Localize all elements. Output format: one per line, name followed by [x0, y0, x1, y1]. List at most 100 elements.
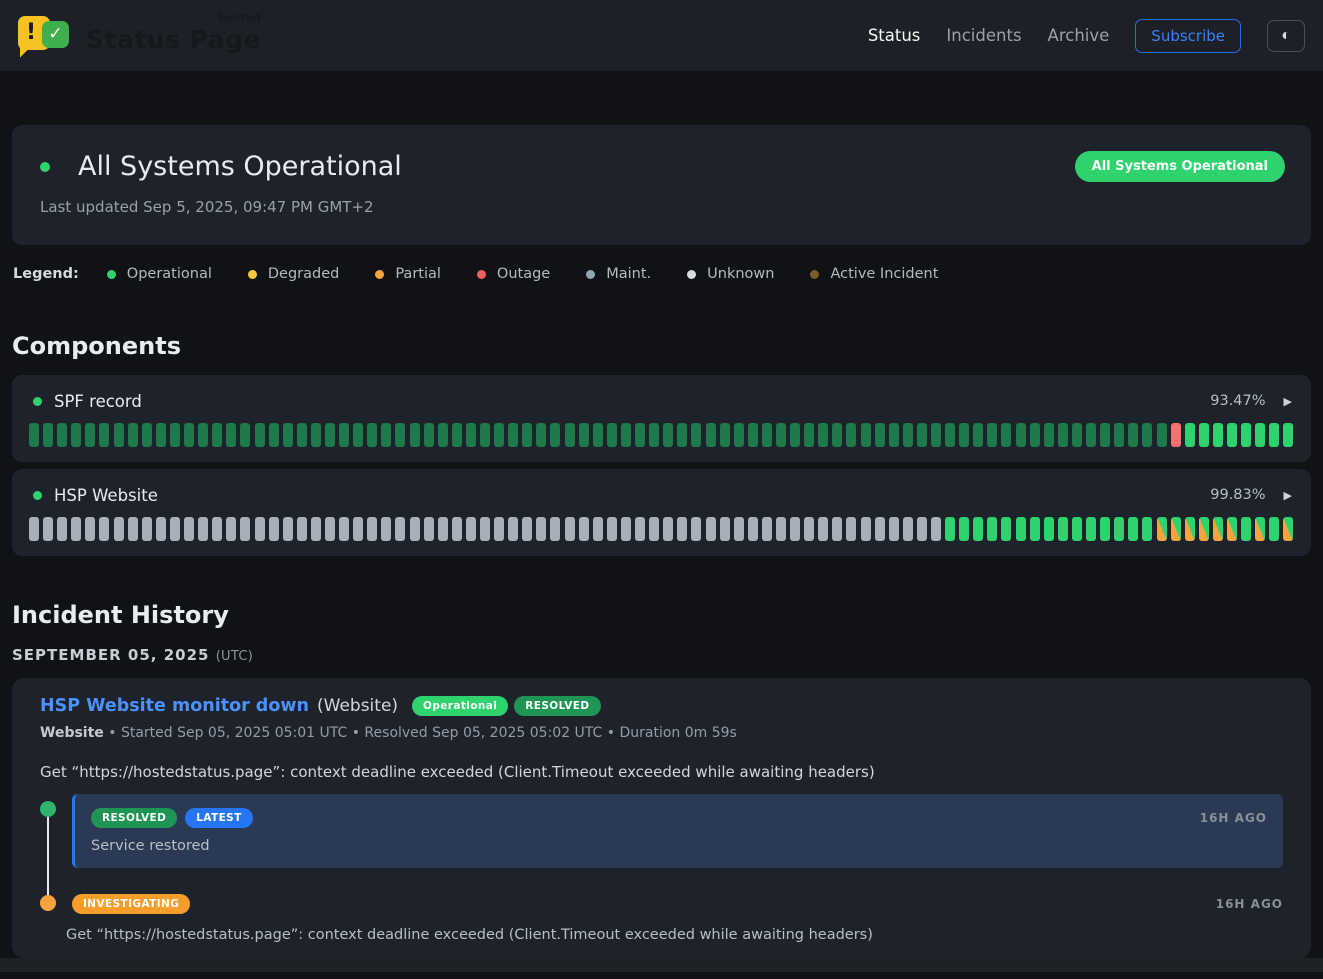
uptime-bar[interactable] [1157, 517, 1167, 541]
uptime-bar[interactable] [917, 423, 927, 447]
uptime-bar[interactable] [663, 517, 673, 541]
uptime-bar[interactable] [720, 423, 730, 447]
uptime-bar[interactable] [255, 517, 265, 541]
uptime-bar[interactable] [832, 517, 842, 541]
uptime-bar[interactable] [635, 423, 645, 447]
uptime-bar[interactable] [43, 423, 53, 447]
uptime-bar[interactable] [367, 423, 377, 447]
uptime-bar[interactable] [1086, 517, 1096, 541]
uptime-bar[interactable] [297, 517, 307, 541]
uptime-bar[interactable] [311, 423, 321, 447]
nav-link-archive[interactable]: Archive [1048, 26, 1110, 45]
uptime-bar[interactable] [621, 423, 631, 447]
uptime-bar[interactable] [748, 423, 758, 447]
uptime-bar[interactable] [987, 517, 997, 541]
uptime-bar[interactable] [931, 517, 941, 541]
uptime-bar[interactable] [973, 517, 983, 541]
uptime-bar[interactable] [959, 517, 969, 541]
uptime-bar[interactable] [1269, 517, 1279, 541]
uptime-bar[interactable] [325, 423, 335, 447]
uptime-bar[interactable] [466, 423, 476, 447]
uptime-bar[interactable] [269, 423, 279, 447]
uptime-bar[interactable] [71, 517, 81, 541]
uptime-bar[interactable] [240, 423, 250, 447]
uptime-bar[interactable] [424, 423, 434, 447]
uptime-bar[interactable] [438, 517, 448, 541]
uptime-bar[interactable] [424, 517, 434, 541]
nav-link-status[interactable]: Status [868, 26, 921, 45]
uptime-bar[interactable] [184, 517, 194, 541]
uptime-bar[interactable] [1213, 517, 1223, 541]
uptime-bar[interactable] [1283, 423, 1293, 447]
uptime-bar[interactable] [748, 517, 758, 541]
uptime-bar[interactable] [353, 517, 363, 541]
uptime-bar[interactable] [240, 517, 250, 541]
uptime-bar[interactable] [1072, 423, 1082, 447]
uptime-bar[interactable] [691, 423, 701, 447]
uptime-bar[interactable] [1269, 423, 1279, 447]
uptime-bar[interactable] [381, 423, 391, 447]
uptime-bar[interactable] [903, 423, 913, 447]
uptime-bar[interactable] [649, 517, 659, 541]
uptime-bar[interactable] [339, 517, 349, 541]
uptime-bar[interactable] [1058, 423, 1068, 447]
uptime-bar[interactable] [283, 423, 293, 447]
uptime-bar[interactable] [1185, 517, 1195, 541]
uptime-bar[interactable] [832, 423, 842, 447]
uptime-bar[interactable] [156, 423, 166, 447]
uptime-bar[interactable] [1241, 423, 1251, 447]
uptime-bar[interactable] [494, 423, 504, 447]
uptime-bar[interactable] [861, 517, 871, 541]
uptime-bar[interactable] [550, 423, 560, 447]
uptime-bar[interactable] [43, 517, 53, 541]
uptime-bar[interactable] [607, 517, 617, 541]
uptime-bar[interactable] [85, 517, 95, 541]
uptime-bar[interactable] [1171, 517, 1181, 541]
uptime-bar[interactable] [593, 423, 603, 447]
uptime-bar[interactable] [804, 423, 814, 447]
uptime-bar[interactable] [1114, 423, 1124, 447]
uptime-bar[interactable] [255, 423, 265, 447]
uptime-bar[interactable] [522, 423, 532, 447]
uptime-bar[interactable] [1128, 423, 1138, 447]
uptime-bar[interactable] [494, 517, 504, 541]
uptime-bar[interactable] [29, 517, 39, 541]
uptime-bar[interactable] [1100, 517, 1110, 541]
uptime-bar[interactable] [1255, 517, 1265, 541]
uptime-bar[interactable] [367, 517, 377, 541]
uptime-bar[interactable] [99, 517, 109, 541]
uptime-bar[interactable] [480, 423, 490, 447]
uptime-bar[interactable] [550, 517, 560, 541]
uptime-bar[interactable] [607, 423, 617, 447]
uptime-bar[interactable] [480, 517, 490, 541]
uptime-bar[interactable] [565, 423, 575, 447]
uptime-bar[interactable] [734, 423, 744, 447]
uptime-bar[interactable] [565, 517, 575, 541]
uptime-bar[interactable] [29, 423, 39, 447]
uptime-bar[interactable] [635, 517, 645, 541]
uptime-bar[interactable] [170, 423, 180, 447]
uptime-bar[interactable] [1199, 517, 1209, 541]
uptime-bar[interactable] [339, 423, 349, 447]
uptime-bar[interactable] [128, 423, 138, 447]
uptime-bar[interactable] [1227, 423, 1237, 447]
uptime-bar[interactable] [579, 517, 589, 541]
uptime-bar[interactable] [1128, 517, 1138, 541]
uptime-bar[interactable] [452, 517, 462, 541]
uptime-bar[interactable] [945, 423, 955, 447]
uptime-bar[interactable] [156, 517, 166, 541]
subscribe-button[interactable]: Subscribe [1135, 19, 1241, 53]
uptime-bar[interactable] [452, 423, 462, 447]
uptime-bar[interactable] [1142, 423, 1152, 447]
uptime-bar[interactable] [579, 423, 589, 447]
uptime-bar[interactable] [677, 517, 687, 541]
uptime-bar[interactable] [212, 423, 222, 447]
uptime-bar[interactable] [1001, 517, 1011, 541]
uptime-bar[interactable] [818, 423, 828, 447]
uptime-bar[interactable] [508, 517, 518, 541]
uptime-bar[interactable] [99, 423, 109, 447]
uptime-bar[interactable] [846, 423, 856, 447]
uptime-bar[interactable] [1171, 423, 1181, 447]
uptime-bar[interactable] [1241, 517, 1251, 541]
uptime-bar[interactable] [142, 423, 152, 447]
